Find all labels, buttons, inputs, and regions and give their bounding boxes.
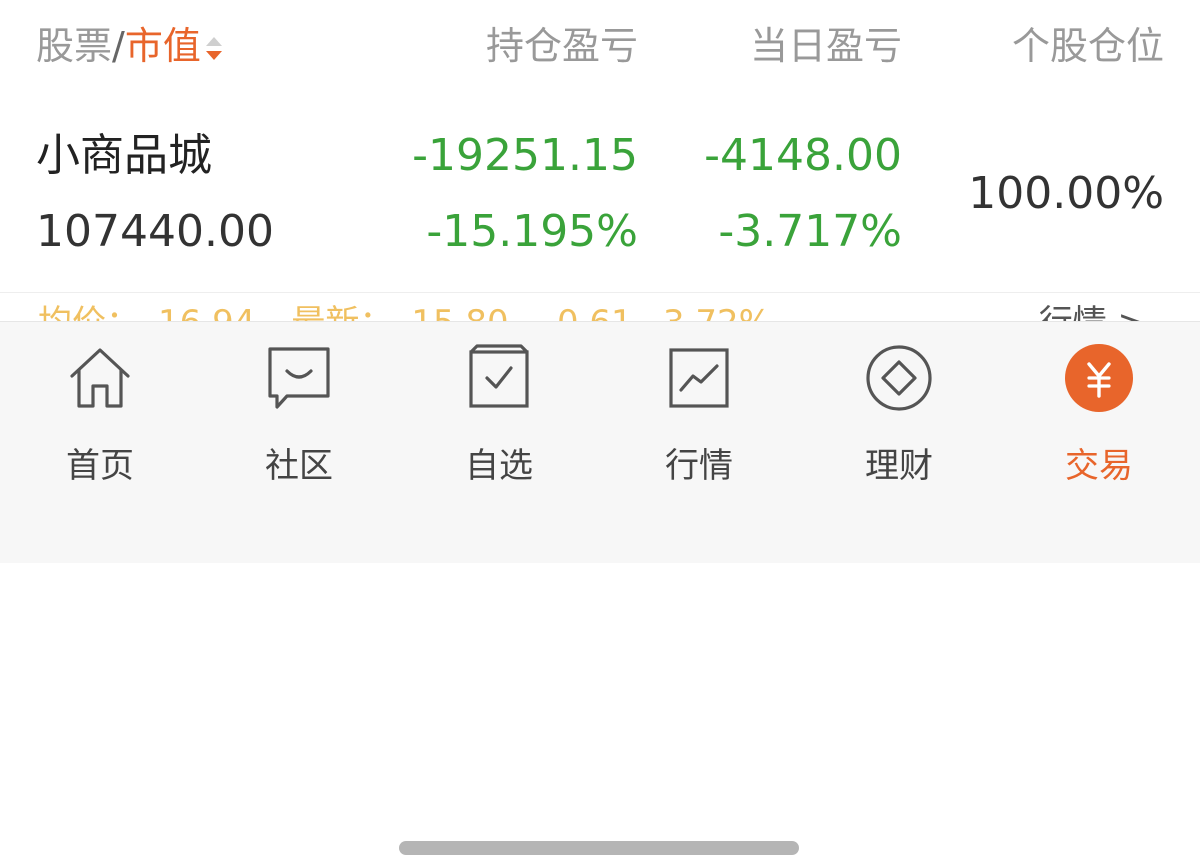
sort-icon[interactable]	[203, 29, 225, 69]
daily-pnl-amount: -4148.00	[704, 130, 902, 181]
latest-label: 最新：15.80	[291, 303, 526, 321]
tab-label: 交易	[1065, 446, 1133, 486]
header-separator: /	[112, 24, 125, 68]
tab-label: 行情	[665, 446, 733, 486]
tab-watchlist[interactable]: 自选	[424, 342, 574, 486]
holding-pnl-percent: -15.195%	[426, 206, 638, 257]
tab-label: 首页	[66, 446, 134, 486]
chat-bubble-icon	[268, 347, 330, 409]
yuan-icon	[1065, 344, 1133, 412]
stock-market-value: 107440.00	[36, 206, 274, 257]
tab-home[interactable]: 首页	[25, 342, 175, 486]
position-percent: 100.00%	[968, 168, 1164, 219]
change-percent: -3.72%	[651, 303, 771, 321]
tab-trade[interactable]: 交易	[1024, 342, 1174, 486]
header-daily-pnl[interactable]: 当日盈亏	[750, 20, 902, 72]
holdings-header: 股票/市值 持仓盈亏 当日盈亏 个股仓位	[0, 0, 1200, 92]
cost-label: 均价：16.94	[38, 303, 273, 321]
holding-row[interactable]: 小商品城 107440.00 -19251.15 -15.195% -4148.…	[0, 92, 1200, 292]
tab-label: 社区	[265, 446, 333, 486]
tab-label: 理财	[865, 446, 933, 486]
bottom-tab-bar: 首页 社区 自选 行情 理财 交易	[0, 321, 1200, 855]
header-stock-label: 股票	[36, 24, 113, 68]
market-link[interactable]: 行情 >	[1039, 303, 1146, 321]
holding-detail-bar: 均价：16.94 最新：15.80 -0.61 -3.72% 行情 >	[0, 293, 1200, 321]
chart-icon	[669, 348, 729, 408]
change-value: -0.61	[545, 303, 633, 321]
tab-wealth[interactable]: 理财	[824, 342, 974, 486]
stock-name: 小商品城	[36, 130, 212, 181]
tab-community[interactable]: 社区	[224, 342, 374, 486]
header-market-value-label[interactable]: 市值	[125, 24, 201, 68]
latest-value: 15.80	[411, 303, 508, 321]
header-holding-pnl[interactable]: 持仓盈亏	[486, 20, 638, 72]
cost-value: 16.94	[158, 303, 255, 321]
holding-pnl-amount: -19251.15	[412, 130, 638, 181]
home-indicator[interactable]	[399, 841, 799, 855]
checkbox-icon	[469, 344, 529, 408]
header-position[interactable]: 个股仓位	[1012, 20, 1164, 72]
tab-label: 自选	[465, 446, 533, 486]
diamond-icon	[866, 345, 932, 411]
home-icon	[70, 348, 130, 408]
header-stock-market-value[interactable]: 股票/市值	[36, 20, 225, 72]
tab-market[interactable]: 行情	[624, 342, 774, 486]
daily-pnl-percent: -3.717%	[718, 206, 902, 257]
